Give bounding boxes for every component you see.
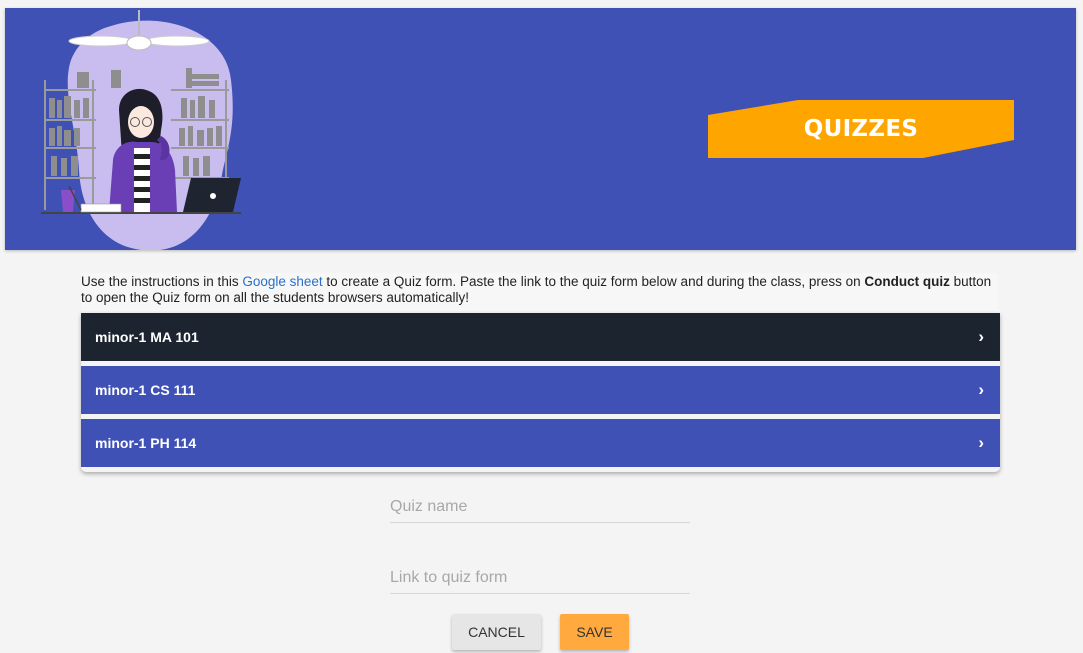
quiz-list: minor-1 MA 101 › minor-1 CS 111 › minor-…	[81, 313, 1000, 472]
chevron-right-icon: ›	[978, 433, 984, 452]
quiz-item-label: minor-1 MA 101	[95, 329, 199, 345]
quiz-item-ma-101[interactable]: minor-1 MA 101 ›	[81, 313, 1000, 361]
instructions-text: Use the instructions in this Google shee…	[81, 273, 998, 311]
instructions-prefix: Use the instructions in this	[81, 274, 243, 289]
quiz-item-label: minor-1 PH 114	[95, 435, 197, 451]
quiz-item-ph-114[interactable]: minor-1 PH 114 ›	[81, 419, 1000, 467]
chevron-right-icon: ›	[978, 327, 984, 346]
chevron-right-icon: ›	[978, 380, 984, 399]
instructions-middle: to create a Quiz form. Paste the link to…	[322, 274, 865, 289]
quiz-link-input[interactable]	[390, 563, 690, 594]
header-banner: QUIZZES	[5, 8, 1076, 250]
student-studying-illustration	[41, 10, 241, 250]
cancel-button[interactable]: CANCEL	[452, 614, 541, 650]
page-title: QUIZZES	[803, 116, 919, 142]
save-button[interactable]: SAVE	[560, 614, 629, 650]
quiz-name-input[interactable]	[390, 492, 690, 523]
quiz-item-cs-111[interactable]: minor-1 CS 111 ›	[81, 366, 1000, 414]
conduct-quiz-text: Conduct quiz	[864, 274, 950, 289]
google-sheet-link[interactable]: Google sheet	[242, 274, 322, 289]
quiz-item-label: minor-1 CS 111	[95, 382, 196, 398]
